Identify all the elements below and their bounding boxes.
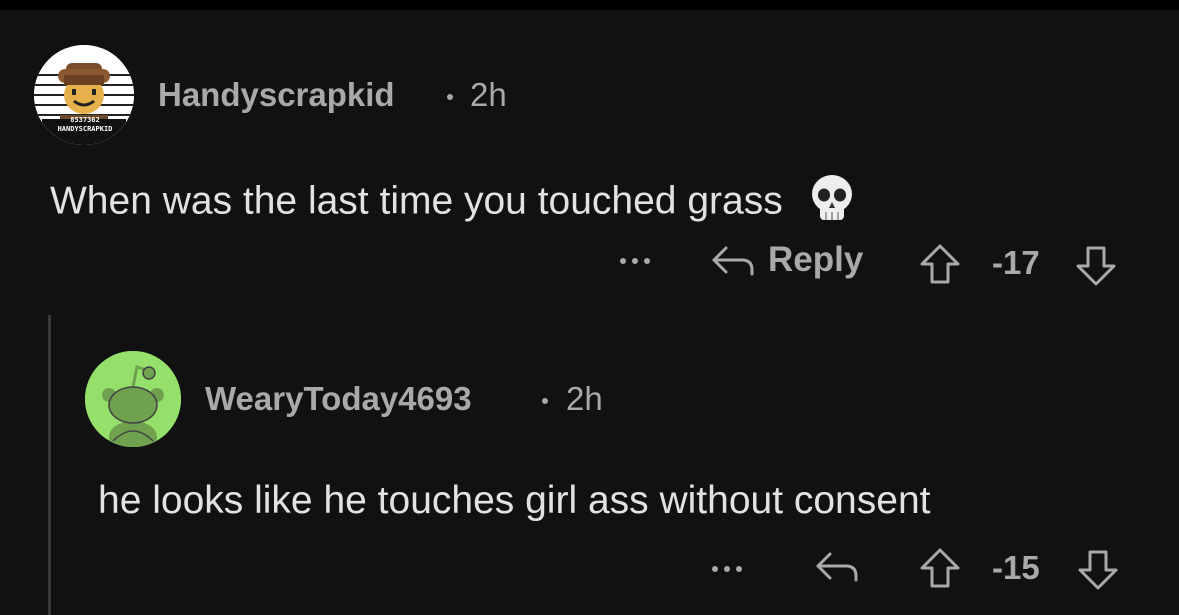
- upvote-arrow-icon: [920, 244, 960, 284]
- comment-text: When was the last time you touched grass: [50, 179, 783, 223]
- more-options-button[interactable]: [712, 566, 742, 572]
- comment-time: 2h: [566, 380, 603, 417]
- vote-score: -17: [992, 244, 1040, 281]
- upvote-button[interactable]: [918, 546, 962, 590]
- upvote-arrow-icon: [920, 548, 960, 588]
- comment-author[interactable]: Handyscrapkid: [158, 76, 395, 114]
- comment-body: When was the last time you touched grass: [50, 172, 856, 234]
- thread-line[interactable]: [48, 315, 51, 615]
- reddit-snoo-avatar-icon: [85, 351, 181, 447]
- comment-time: 2h: [470, 76, 507, 113]
- downvote-button[interactable]: [1076, 548, 1120, 592]
- avatar-badge: 8537362 HANDYSCRAPKID: [52, 116, 118, 134]
- reply-arrow-icon: [816, 552, 858, 582]
- vote-score: -15: [992, 549, 1040, 586]
- upvote-button[interactable]: [918, 242, 962, 286]
- downvote-arrow-icon: [1076, 246, 1116, 286]
- reply-button[interactable]: Reply: [710, 240, 863, 280]
- top-bar: [0, 0, 1179, 10]
- more-horizontal-icon: [712, 566, 742, 572]
- downvote-button[interactable]: [1074, 244, 1118, 288]
- comment-text: he looks like he touches girl ass withou…: [98, 479, 931, 522]
- reply-arrow-icon: [712, 246, 754, 276]
- avatar-wearytoday4693[interactable]: [85, 351, 181, 447]
- badge-name: HANDYSCRAPKID: [57, 125, 113, 133]
- more-horizontal-icon: [620, 258, 650, 264]
- meta-separator-dot: [542, 398, 548, 404]
- reply-label: Reply: [768, 240, 864, 279]
- downvote-arrow-icon: [1078, 550, 1118, 590]
- comment-author[interactable]: WearyToday4693: [205, 380, 472, 418]
- reply-button[interactable]: [814, 546, 860, 586]
- badge-number: 8537362: [70, 116, 100, 124]
- skull-emoji-icon: [808, 172, 856, 234]
- meta-separator-dot: [447, 94, 453, 100]
- more-options-button[interactable]: [620, 258, 650, 264]
- comment-body: he looks like he touches girl ass withou…: [98, 479, 930, 523]
